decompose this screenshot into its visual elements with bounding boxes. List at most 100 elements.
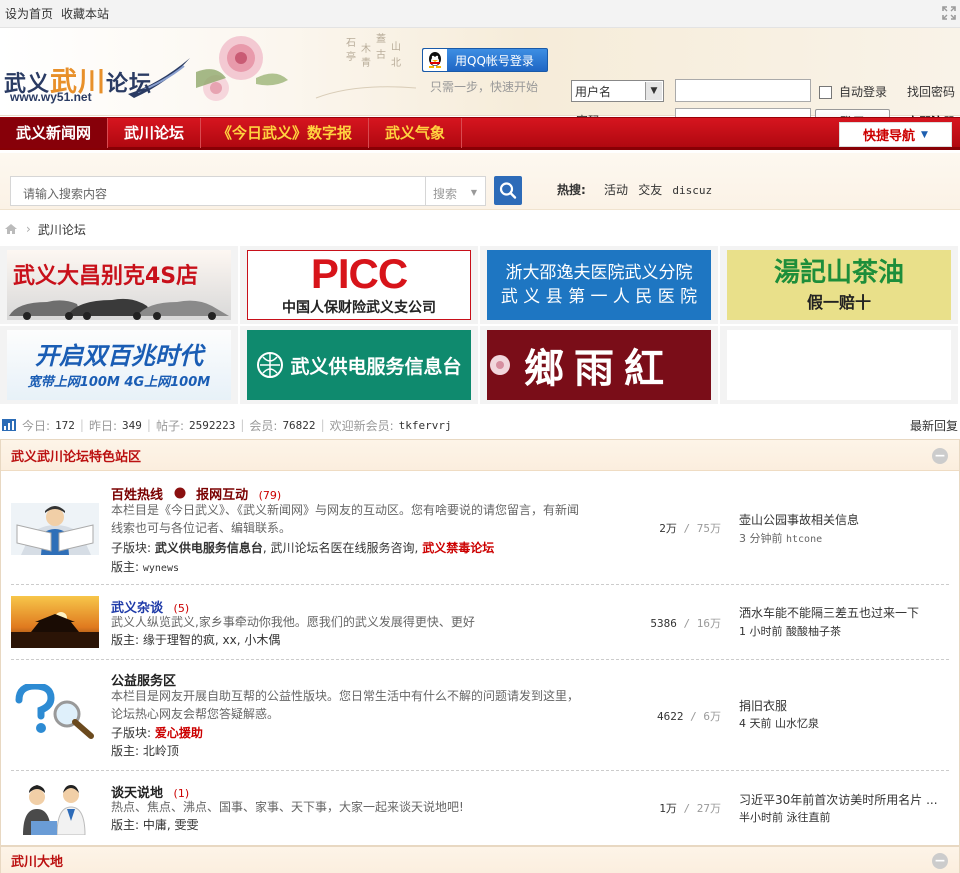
last-post-user[interactable]: 泳往直前 (787, 811, 831, 824)
bookmark-link[interactable]: 收藏本站 (61, 5, 109, 22)
nav-item-news[interactable]: 武义新闻网 (0, 117, 109, 148)
last-post-meta: 半小时前 泳往直前 (739, 809, 831, 825)
forum-row: 公益服务区 本栏目是网友开展自助互帮的公益性版块。您日常生活中有什么不解的问题请… (11, 660, 949, 771)
last-post-user[interactable]: 山水忆泉 (775, 717, 819, 730)
stat-today: 172 (55, 418, 75, 432)
subforum-link[interactable]: 爱心援助 (155, 726, 203, 740)
section-title[interactable]: 武义武川论坛特色站区 (11, 446, 141, 465)
last-post-time[interactable]: 4 天前 (739, 717, 772, 730)
ad-text: 开启双百兆时代 (35, 341, 203, 370)
quick-nav-label: 快捷导航 (863, 129, 916, 144)
moderator-link[interactable]: 缘于理智的疯, xx, 小木偶 (143, 633, 280, 647)
nav-item-forum[interactable]: 武川论坛 (108, 117, 202, 148)
forum-row: 谈天说地 (1) 热点、焦点、沸点、国事、家事、天下事，大家一起来谈天说地吧! … (11, 771, 949, 845)
subforum-link[interactable]: 武义供电服务信息台 (155, 541, 263, 555)
thread-count: 5386 (650, 617, 677, 630)
forum-thumbnail[interactable] (11, 781, 99, 835)
qq-penguin-icon (423, 49, 447, 71)
last-post-time[interactable]: 1 小时前 (739, 625, 783, 638)
ad-grid: 武义大昌别克4S店 PICC 中国人保财险武义支公司 浙大邵逸夫医院武义分院 武… (0, 246, 960, 406)
last-post-time[interactable]: 3 分钟前 (739, 532, 783, 545)
last-post-meta: 4 天前 山水忆泉 (739, 715, 819, 731)
collapse-icon[interactable]: − (932, 853, 948, 869)
hot-search: 热搜: 活动 交友 discuz (557, 181, 712, 198)
login-type-select[interactable]: 用户名 ▼ (571, 80, 664, 102)
qq-login-button[interactable]: 用QQ帐号登录 (422, 48, 548, 72)
moderator-link[interactable]: 北岭顶 (143, 744, 179, 758)
thread-count: 1万 (659, 802, 677, 815)
ad-power-supply[interactable]: 武义供电服务信息台 (240, 326, 478, 404)
ad-broadband[interactable]: 开启双百兆时代 宽带上网100M 4G上网100M (0, 326, 238, 404)
ad-text: 浙大邵逸夫医院武义分院 (505, 263, 693, 283)
chevron-down-icon: ▼ (645, 82, 662, 100)
last-post-title[interactable]: 洒水车能不能隔三差五也过来一下 (739, 604, 919, 621)
subforum-link[interactable]: 武川论坛名医在线服务咨询 (271, 541, 415, 555)
moderator-line: 版主: 中庸, 雯雯 (111, 816, 199, 833)
moderator-link[interactable]: wynews (143, 563, 179, 574)
forum-stats: 今日: 172 | 昨日: 349 | 帖子: 2592223 | 会员: 76822 | 欢迎… (0, 413, 960, 437)
forum-thumbnail[interactable] (11, 684, 99, 740)
last-post-title[interactable]: 壶山公园事故相关信息 (739, 511, 859, 528)
qq-login-hint: 只需一步，快速开始 (430, 80, 539, 94)
last-post-title[interactable]: 捐旧衣服 (739, 697, 787, 714)
ad-buick[interactable]: 武义大昌别克4S店 (0, 246, 238, 324)
ad-xiangyuhong[interactable]: 鄉雨紅 (480, 326, 718, 404)
find-password-link[interactable]: 找回密码 (907, 83, 955, 100)
last-post-user[interactable]: htcone (786, 534, 822, 545)
site-logo[interactable]: 武义武川论坛 www.wy51.net (4, 50, 194, 112)
collapse-icon[interactable]: − (932, 448, 948, 464)
hot-term[interactable]: discuz (672, 184, 712, 197)
moderator-link[interactable]: 中庸, 雯雯 (143, 818, 199, 832)
last-post-time[interactable]: 半小时前 (739, 811, 783, 824)
moderator-label: 版主: (111, 744, 140, 758)
section-header: 武川大地 − (1, 847, 959, 873)
forum-row: 百姓热线 报网互动 (79) 本栏目是《今日武义》、《武义新闻网》与网友的互动区… (11, 473, 949, 585)
nav-item-digital-paper[interactable]: 《今日武义》数字报 (201, 117, 370, 148)
main-nav: 武义新闻网 武川论坛 《今日武义》数字报 武义气象 快捷导航 ▼ (0, 117, 960, 150)
newest-member-link[interactable]: tkfervrj (399, 419, 452, 432)
last-post-user[interactable]: 酸酸柚子茶 (786, 625, 841, 638)
hot-search-label: 热搜: (557, 183, 586, 197)
post-count: 6万 (703, 710, 721, 723)
top-bar: 设为首页 收藏本站 (0, 0, 960, 28)
cars-graphic (9, 298, 229, 320)
subforum-label: 子版块: (111, 541, 152, 555)
nav-item-weather[interactable]: 武义气象 (369, 117, 463, 148)
last-post-title[interactable]: 习近平30年前首次访美时所用名片 ... (739, 791, 938, 808)
forum-thumbnail[interactable] (11, 503, 99, 555)
ad-text: 湯記山茶油 (773, 258, 904, 288)
ad-hospital[interactable]: 浙大邵逸夫医院武义分院 武 义 县 第 一 人 民 医 院 (480, 246, 718, 324)
section-title[interactable]: 武川大地 (11, 851, 63, 870)
subforum-link[interactable]: 武义禁毒论坛 (422, 541, 494, 555)
fullscreen-icon[interactable] (942, 6, 956, 20)
hot-term[interactable]: 交友 (638, 183, 662, 197)
hot-term[interactable]: 活动 (604, 183, 628, 197)
search-button[interactable] (494, 176, 522, 205)
forum-thumbnail[interactable] (11, 596, 99, 648)
search-input[interactable]: 请输入搜索内容 (10, 176, 426, 206)
latest-reply-link[interactable]: 最新回复 (910, 417, 958, 434)
peony-decoration: 石亭木青蓋古山北 (196, 33, 416, 101)
ad-camellia-oil[interactable]: 湯記山茶油 假一赔十 (720, 246, 958, 324)
svg-text:古: 古 (376, 48, 386, 61)
ad-picc[interactable]: PICC 中国人保财险武义支公司 (240, 246, 478, 324)
home-icon[interactable] (4, 223, 18, 235)
moderator-line: 版主: 北岭顶 (111, 742, 179, 759)
stat-yesterday: 349 (122, 418, 142, 432)
dot-icon (174, 487, 186, 499)
search-bar: 请输入搜索内容 搜索 ▼ 热搜: 活动 交友 discuz (0, 153, 960, 210)
site-header: 武义武川论坛 www.wy51.net 石亭木青蓋古山北 用QQ帐号登录 只需一… (0, 28, 960, 133)
username-field[interactable] (675, 79, 811, 102)
forum-counts: 4622 / 6万 (657, 710, 721, 723)
set-home-link[interactable]: 设为首页 (5, 5, 53, 22)
ad-logo-text: PICC (310, 250, 408, 297)
forum-description: 本栏目是《今日武义》、《武义新闻网》与网友的互动区。您有啥要说的请您留言，有新闻… (111, 503, 580, 535)
breadcrumb-current[interactable]: 武川论坛 (38, 221, 86, 238)
search-type-select[interactable]: 搜索 ▼ (426, 176, 486, 206)
auto-login-checkbox[interactable] (819, 86, 832, 99)
moderator-label: 版主: (111, 633, 140, 647)
quick-nav-button[interactable]: 快捷导航 ▼ (839, 122, 952, 147)
forum-section-featured: 武义武川论坛特色站区 − 百姓热线 报网互动 (79) 本栏目是《今日武义》、《… (0, 439, 960, 846)
forum-description: 武义人纵览武义,家乡事牵动你我他。愿我们的武义发展得更快、更好 (111, 615, 475, 629)
moderator-line: 版主: 缘于理智的疯, xx, 小木偶 (111, 631, 280, 648)
